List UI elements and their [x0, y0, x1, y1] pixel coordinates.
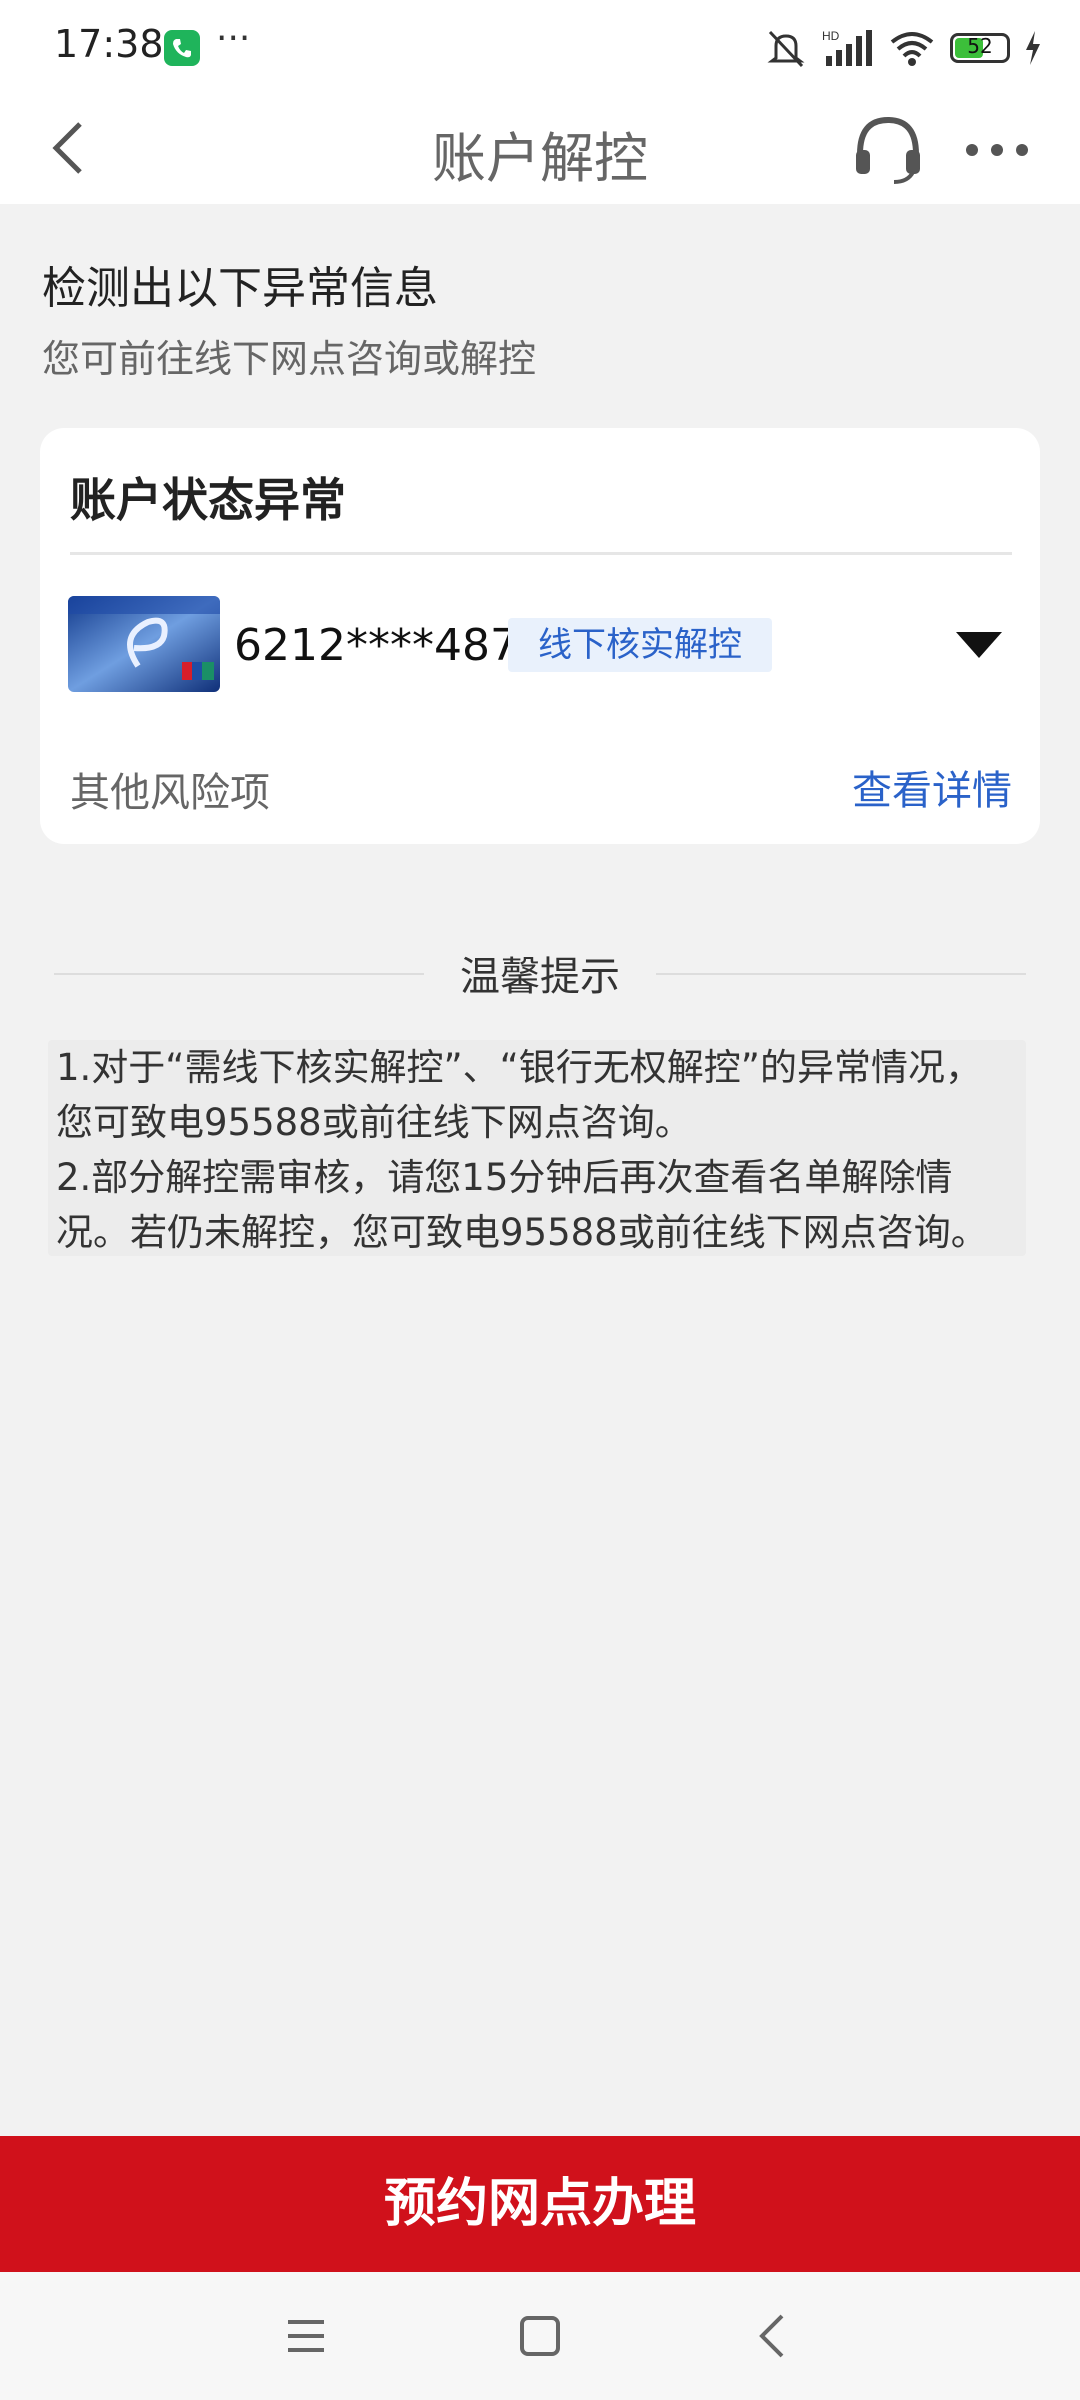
account-number: 6212****4873 [234, 620, 546, 671]
view-details-link[interactable]: 查看详情 [852, 758, 1012, 816]
card-title: 账户状态异常 [70, 473, 346, 527]
status-icons: HD 52 [764, 24, 1042, 72]
status-time: 17:38 [54, 22, 164, 66]
expand-button[interactable] [954, 628, 1004, 662]
other-risk-label: 其他风险项 [70, 770, 270, 816]
chevron-left-icon [759, 2314, 784, 2358]
svg-text:HD: HD [822, 29, 840, 43]
card-divider [70, 552, 1012, 555]
signal-icon: HD [822, 29, 872, 66]
charging-icon [1026, 31, 1040, 65]
system-back-button[interactable] [742, 2304, 806, 2368]
account-status-card: 账户状态异常 6212****4873 线下核实解控 其他风险项 查看详情 [40, 428, 1040, 844]
tips-title: 温馨提示 [460, 954, 620, 1000]
system-menu-button[interactable] [274, 2304, 338, 2368]
nav-bar: 账户解控 [0, 96, 1080, 204]
system-nav-bar [0, 2272, 1080, 2400]
wifi-icon [890, 32, 934, 66]
phone-icon [164, 30, 200, 66]
headset-icon [856, 116, 920, 184]
more-button[interactable] [962, 116, 1032, 180]
battery-level: 52 [967, 34, 993, 58]
more-icon [966, 144, 1028, 156]
status-tag: 线下核实解控 [508, 618, 772, 672]
bank-card-image [68, 596, 220, 692]
system-home-button[interactable] [508, 2304, 572, 2368]
home-square-icon [520, 2316, 560, 2356]
intro-subtitle: 您可前往线下网点咨询或解控 [42, 337, 537, 381]
intro-title: 检测出以下异常信息 [42, 263, 438, 314]
tip-item-2: 2.部分解控需审核，请您15分钟后再次查看名单解除情况。若仍未解控，您可致电95… [56, 1156, 988, 1254]
triangle-down-icon [956, 632, 1002, 658]
status-more-dots: ··· [216, 18, 251, 59]
tips-text: 1.对于“需线下核实解控”、“银行无权解控”的异常情况，您可致电95588或前往… [56, 1040, 1016, 1260]
mute-icon [767, 30, 805, 68]
book-branch-button[interactable]: 预约网点办理 [0, 2136, 1080, 2272]
status-bar: 17:38 ··· HD 52 [0, 0, 1080, 96]
customer-service-button[interactable] [850, 110, 926, 186]
menu-icon [288, 2320, 324, 2352]
battery-icon: 52 [950, 33, 1010, 63]
tip-item-1: 1.对于“需线下核实解控”、“银行无权解控”的异常情况，您可致电95588或前往… [56, 1046, 982, 1144]
